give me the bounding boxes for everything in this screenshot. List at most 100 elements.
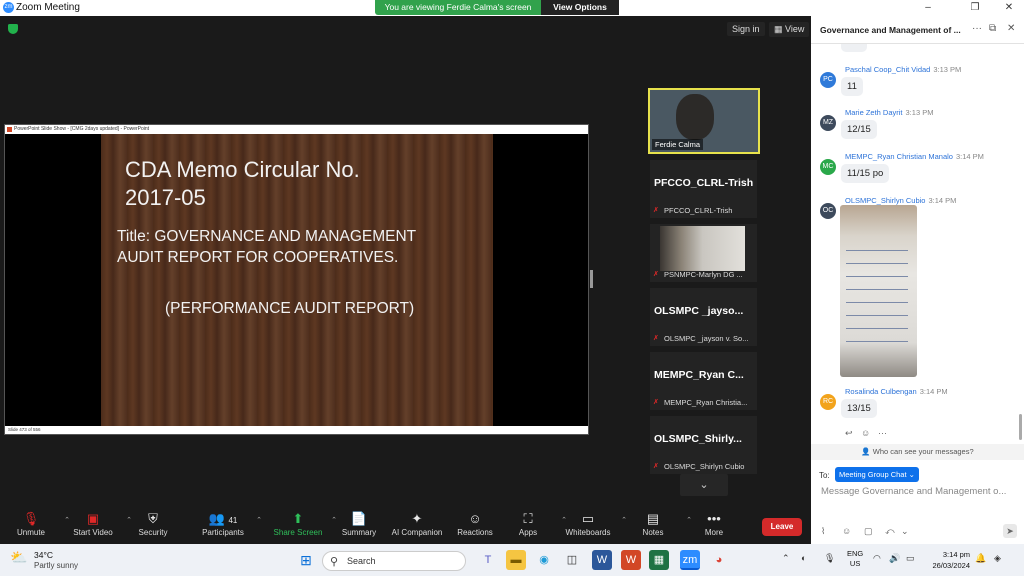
language-indicator[interactable]: ENG US [847, 549, 863, 569]
popout-icon[interactable]: ⧉ [989, 23, 996, 34]
sender-name[interactable]: Paschal Coop_Chit Vidad [845, 65, 930, 74]
start-video-button[interactable]: ▣ Start Video ⌃ [62, 510, 132, 537]
sender-name[interactable]: OLSMPC_Shirlyn Cubio [845, 196, 925, 205]
emoji-icon[interactable]: ☺ [842, 526, 851, 536]
participant-tile[interactable]: OLSMPC _jayso... ✗ OLSMPC _jayson v. So.… [650, 288, 757, 346]
chat-scrollbar[interactable] [1019, 414, 1022, 440]
maximize-button[interactable]: ❐ [960, 0, 990, 16]
participant-tile[interactable]: OLSMPC_Shirly... ✗ OLSMPC_Shirlyn Cubio [650, 416, 757, 474]
more-icon[interactable]: ··· [878, 428, 887, 438]
formatting-icon[interactable]: ⌇ [821, 526, 825, 537]
avatar: RC [820, 394, 836, 410]
muted-mic-icon: ✗ [653, 463, 659, 470]
sender-name[interactable]: MEMPC_Ryan Christian Manalo [845, 152, 953, 161]
weather-icon[interactable]: ⛅ [10, 549, 32, 566]
taskbar-search[interactable]: ⚲ Search [322, 551, 466, 571]
participant-name: OLSMPC _jayson v. So... [664, 334, 749, 343]
file-icon[interactable]: ▢ [864, 526, 873, 537]
paper-line [846, 289, 908, 290]
view-label: View [785, 24, 805, 34]
paper-line [846, 263, 908, 264]
send-icon[interactable]: ➤ [1003, 524, 1017, 538]
notification-icon[interactable]: ◐ [801, 553, 806, 563]
slide-title-line1: CDA Memo Circular No. [125, 157, 360, 182]
minimize-button[interactable]: – [913, 0, 943, 16]
security-button[interactable]: ⛨ Security [122, 510, 184, 537]
message-bubble: 11/15 po [841, 164, 890, 183]
volume-icon[interactable]: 🔊 [889, 553, 900, 564]
edge-icon[interactable]: ◉ [534, 550, 554, 570]
wps-icon[interactable]: W [621, 550, 641, 570]
teams-icon[interactable]: T [478, 550, 498, 570]
excel-icon[interactable]: ▦ [649, 550, 669, 570]
taskbar-clock[interactable]: 3:14 pm 26/03/2024 [930, 549, 970, 571]
who-can-see-link[interactable]: 👤 Who can see your messages? [811, 444, 1024, 460]
whiteboards-button[interactable]: ▭ Whiteboards ⌃ [557, 510, 627, 537]
window-title: Zoom Meeting [16, 2, 80, 13]
recipient-dropdown[interactable]: Meeting Group Chat ⌄ [835, 467, 919, 482]
participant-video-feed [660, 226, 745, 271]
store-icon[interactable]: ◫ [562, 550, 582, 570]
encryption-shield-icon[interactable] [8, 24, 18, 34]
participant-name: PSNMPC-Marlyn DG ... [664, 270, 743, 279]
emoji-react-icon[interactable]: ☺ [861, 428, 870, 438]
notification-bell-icon[interactable]: 🔔 [975, 553, 986, 564]
participant-video-tile[interactable]: Ferdie Calma [648, 88, 760, 154]
slide-body-line2: AUDIT REPORT FOR COOPERATIVES. [117, 249, 399, 266]
security-label: Security [138, 528, 168, 537]
chevron-down-icon[interactable]: ⌄ [680, 474, 728, 496]
participant-tile[interactable]: PFCCO_CLRL-Trish ✗ PFCCO_CLRL-Trish [650, 160, 757, 218]
presentation-slide: CDA Memo Circular No. 2017-05 Title: GOV… [101, 134, 493, 427]
word-icon[interactable]: W [592, 550, 612, 570]
powerpoint-titlebar: PowerPoint Slide Show - [CMG 2days updat… [5, 125, 588, 134]
paper-line [846, 315, 908, 316]
close-window-button[interactable]: ✕ [994, 0, 1024, 16]
leave-button[interactable]: Leave [762, 518, 802, 536]
sign-in-button[interactable]: Sign in [727, 22, 765, 36]
chevron-up-icon[interactable]: ⌃ [782, 553, 790, 564]
sender-name[interactable]: Marie Zeth Dayrit [845, 108, 903, 117]
view-button[interactable]: ▦ View [769, 22, 810, 37]
more-button[interactable]: ••• More [683, 510, 745, 537]
microphone-icon[interactable]: 🎙 [824, 553, 835, 564]
more-icon[interactable]: ··· [972, 23, 982, 34]
weather-temperature[interactable]: 34°C [34, 550, 53, 560]
chevron-up-icon[interactable]: ⌃ [256, 516, 262, 524]
battery-icon[interactable]: ▭ [906, 553, 915, 564]
chat-message-input[interactable]: Message Governance and Management o... [821, 486, 1021, 497]
slide-body: Title: GOVERNANCE AND MANAGEMENT AUDIT R… [117, 226, 416, 268]
windows-start-icon[interactable]: ⊞ [296, 550, 316, 570]
language-code: ENG [847, 549, 864, 558]
copilot-icon[interactable]: ◈ [994, 553, 1001, 564]
chevron-down-icon[interactable]: ⌄ [901, 526, 909, 537]
summary-button[interactable]: 📄 Summary [328, 510, 390, 537]
ai-companion-button[interactable]: ✦ AI Companion [386, 510, 448, 537]
apps-button[interactable]: ⛶ Apps ⌃ [497, 510, 567, 537]
resize-handle[interactable] [590, 270, 593, 288]
wifi-icon[interactable]: ◠ [873, 553, 881, 564]
share-screen-button[interactable]: ⬆ Share Screen ⌃ [267, 510, 337, 537]
avatar: OC [820, 203, 836, 219]
participant-tile[interactable]: ✗ PSNMPC-Marlyn DG ... [650, 224, 757, 282]
notes-button[interactable]: ▤ Notes ⌃ [622, 510, 692, 537]
ai-companion-label: AI Companion [391, 528, 443, 537]
muted-mic-icon: ✗ [653, 335, 659, 342]
powerpoint-icon [7, 127, 12, 132]
participant-tile[interactable]: MEMPC_Ryan C... ✗ MEMPC_Ryan Christia... [650, 352, 757, 410]
view-options-button[interactable]: View Options [541, 0, 619, 15]
unmute-button[interactable]: 🎙 Unmute ⌃ [0, 510, 70, 537]
summary-label: Summary [341, 528, 377, 537]
shared-image[interactable] [840, 205, 917, 377]
sender-name[interactable]: Rosalinda Culbengan [845, 387, 917, 396]
chrome-icon[interactable]: ◕ [709, 550, 729, 570]
participants-button[interactable]: 👥 41 Participants ⌃ [192, 510, 262, 537]
zoom-taskbar-icon[interactable]: zm [680, 550, 700, 570]
file-explorer-icon[interactable]: ▬ [506, 550, 526, 570]
avatar: MC [820, 159, 836, 175]
weather-condition[interactable]: Partly sunny [34, 561, 78, 570]
screenshot-icon[interactable]: ⤺ [885, 526, 895, 537]
reply-icon[interactable]: ↩ [845, 428, 853, 439]
participant-display-name: OLSMPC_Shirly... [654, 433, 742, 445]
apps-icon: ⛶ [523, 511, 533, 526]
close-icon[interactable]: ✕ [1007, 23, 1015, 34]
